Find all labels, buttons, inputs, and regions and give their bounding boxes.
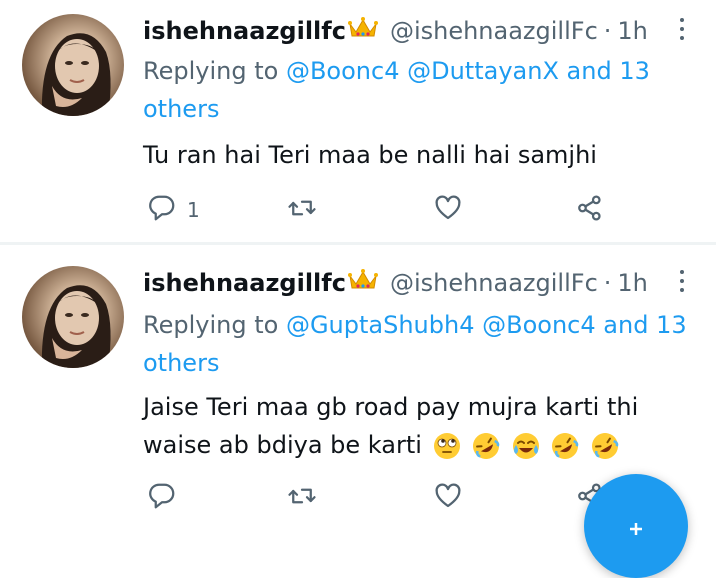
tweet-text-line-2: waise ab bdiya be karti (143, 426, 703, 464)
reply-button[interactable]: 1 (147, 190, 200, 230)
display-name[interactable]: ishehnaazgillfc (143, 17, 346, 45)
timestamp[interactable]: 1h (617, 269, 647, 297)
more-icon[interactable] (676, 18, 688, 44)
share-button[interactable] (575, 190, 605, 230)
crown-icon (347, 268, 378, 298)
face-with-tears-of-joy-icon (511, 431, 541, 461)
separator-dot: · (603, 17, 612, 45)
action-bar (143, 478, 643, 518)
rolling-on-the-floor-laughing-icon (590, 431, 620, 461)
handle: @ishehnaazgillFc (389, 17, 598, 45)
like-button[interactable] (433, 190, 463, 230)
replying-to: Replying to @Boonc4 @DuttayanX and 13 ot… (143, 52, 703, 128)
mention-link[interactable]: @DuttayanX (407, 57, 559, 85)
mention-link[interactable]: @Boonc4 (482, 311, 596, 339)
timestamp[interactable]: 1h (617, 17, 647, 45)
action-bar: 1 (143, 190, 643, 230)
face-with-rolling-eyes-icon (432, 431, 462, 461)
tweet-text: Jaise Teri maa gb road pay mujra karti t… (143, 388, 703, 464)
avatar[interactable] (22, 266, 124, 368)
compose-button[interactable] (584, 474, 688, 578)
replying-to-label: Replying to (143, 311, 279, 339)
mention-link[interactable]: @GuptaShubh4 (286, 311, 475, 339)
crown-icon (347, 16, 378, 46)
tweet-header: ishehnaazgillfc @ishehnaazgillFc · 1h (143, 14, 648, 48)
share-icon (575, 193, 605, 227)
reply-icon (147, 193, 177, 227)
reply-button[interactable] (147, 478, 187, 518)
handle: @ishehnaazgillFc (389, 269, 598, 297)
replying-to: Replying to @GuptaShubh4 @Boonc4 and 13 … (143, 306, 703, 382)
tweet-text-line: Jaise Teri maa gb road pay mujra karti t… (143, 393, 639, 421)
more-icon[interactable] (676, 270, 688, 296)
tweet-text: Tu ran hai Teri maa be nalli hai samjhi (143, 141, 597, 169)
divider (0, 242, 716, 245)
retweet-icon (287, 193, 317, 227)
retweet-button[interactable] (287, 478, 317, 518)
like-icon (433, 481, 463, 515)
like-icon (433, 193, 463, 227)
display-name[interactable]: ishehnaazgillfc (143, 269, 346, 297)
tweet[interactable]: ishehnaazgillfc @ishehnaazgillFc · 1h Re… (0, 0, 716, 242)
compose-icon (630, 520, 642, 535)
retweet-icon (287, 481, 317, 515)
reply-count: 1 (187, 198, 200, 222)
retweet-button[interactable] (287, 190, 317, 230)
reply-icon (147, 481, 177, 515)
mention-link[interactable]: @Boonc4 (286, 57, 400, 85)
separator-dot: · (603, 269, 612, 297)
tweet-text-line: waise ab bdiya be karti (143, 431, 422, 459)
rolling-on-the-floor-laughing-icon (550, 431, 580, 461)
tweet-header: ishehnaazgillfc @ishehnaazgillFc · 1h (143, 266, 648, 300)
rolling-on-the-floor-laughing-icon (471, 431, 501, 461)
like-button[interactable] (433, 478, 463, 518)
replying-to-label: Replying to (143, 57, 279, 85)
avatar[interactable] (22, 14, 124, 116)
